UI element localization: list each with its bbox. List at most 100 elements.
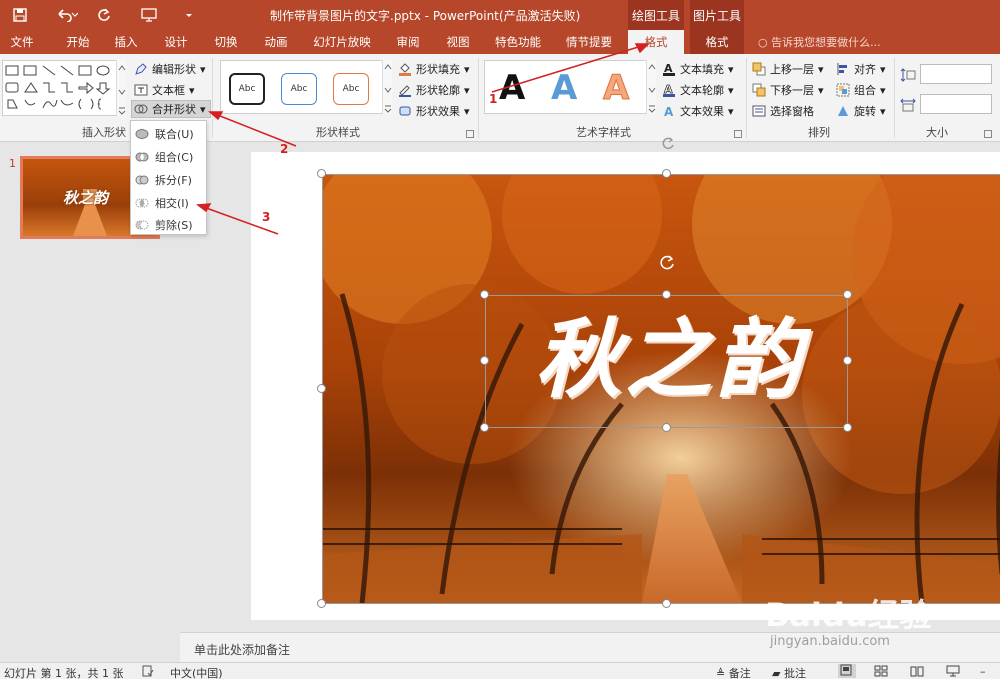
tab-slideshow[interactable]: 幻灯片放映	[306, 30, 378, 54]
save-icon[interactable]	[8, 0, 32, 30]
baidu-watermark-logo: Baidu经验	[765, 596, 932, 634]
group-label-insert-shapes: 插入形状	[82, 126, 126, 139]
ribbon-separator	[478, 58, 479, 138]
shape-style-scroll[interactable]	[382, 60, 392, 114]
language-status[interactable]: 中文(中国)	[170, 665, 223, 679]
presentation-start-icon[interactable]	[138, 0, 160, 30]
menu-item-intersect[interactable]: 相交(I)	[135, 193, 205, 213]
shape-style-dark[interactable]: Abc	[229, 73, 265, 105]
tab-features[interactable]: 特色功能	[488, 30, 548, 54]
combine-icon	[135, 150, 149, 164]
text-effects-button[interactable]: A 文本效果 ▾	[662, 102, 734, 120]
normal-view-icon[interactable]	[838, 664, 856, 678]
wordart-style-orange[interactable]: A	[602, 69, 629, 108]
reading-view-icon[interactable]	[910, 665, 924, 679]
align-button[interactable]: 对齐 ▾	[836, 60, 886, 78]
resize-handle[interactable]	[317, 169, 326, 178]
slideshow-view-icon[interactable]	[946, 665, 960, 679]
wordart-gallery[interactable]: A A A	[484, 60, 656, 114]
merge-shapes-button[interactable]: 合并形状 ▾	[131, 100, 211, 118]
menu-item-fragment[interactable]: 拆分(F)	[135, 170, 205, 190]
menu-item-combine[interactable]: 组合(C)	[135, 147, 205, 167]
shape-gallery-scroll[interactable]	[116, 60, 126, 116]
edit-shape-button[interactable]: 编辑形状 ▾	[134, 60, 206, 78]
size-launcher-icon[interactable]	[984, 130, 992, 138]
shape-height-input[interactable]	[920, 64, 992, 84]
shape-fill-button[interactable]: 形状填充 ▾	[398, 60, 470, 78]
tab-file[interactable]: 文件	[0, 30, 44, 54]
menu-item-subtract[interactable]: 剪除(S)	[135, 215, 205, 235]
notes-toggle-button[interactable]: ≜ 备注	[716, 665, 751, 679]
text-outline-button[interactable]: A 文本轮廓 ▾	[662, 81, 734, 99]
text-rotate-handle-icon[interactable]	[660, 255, 674, 270]
wordart-scroll[interactable]	[646, 60, 656, 114]
selection-pane-button[interactable]: 选择窗格	[752, 102, 814, 120]
comments-toggle-button[interactable]: ▰ 批注	[772, 665, 806, 679]
group-button[interactable]: 组合 ▾	[836, 81, 886, 99]
text-fill-button[interactable]: A 文本填充 ▾	[662, 60, 734, 78]
text-box-button[interactable]: 文本框 ▾	[134, 81, 195, 99]
text-resize-handle[interactable]	[843, 423, 852, 432]
merge-shapes-icon	[134, 102, 148, 116]
shape-width-input[interactable]	[920, 94, 992, 114]
resize-handle[interactable]	[317, 384, 326, 393]
notes-icon: ≜	[716, 667, 729, 679]
wordart-style-black[interactable]: A	[499, 69, 525, 107]
tab-insert[interactable]: 插入	[106, 30, 146, 54]
spelling-icon[interactable]	[142, 665, 154, 679]
slide-count-status: 幻灯片 第 1 张，共 1 张	[4, 667, 124, 679]
tell-me-search[interactable]: ○ 告诉我您想要做什么...	[758, 34, 881, 50]
wordart-style-blue[interactable]: A	[551, 69, 577, 107]
tab-review[interactable]: 审阅	[388, 30, 428, 54]
shape-effects-button[interactable]: 形状效果 ▾	[398, 102, 470, 120]
annotation-label: 3	[262, 210, 271, 224]
slide-sorter-icon[interactable]	[874, 665, 888, 679]
shape-style-gallery[interactable]: Abc Abc Abc	[220, 60, 392, 114]
tab-transitions[interactable]: 切换	[206, 30, 246, 54]
status-bar: 幻灯片 第 1 张，共 1 张 中文(中国) ≜ 备注 ▰ 批注 –	[0, 662, 1000, 679]
paint-bucket-icon	[398, 62, 412, 76]
zoom-out-icon[interactable]: –	[980, 665, 986, 678]
tab-animations[interactable]: 动画	[256, 30, 296, 54]
group-label-arrange: 排列	[808, 126, 830, 139]
undo-icon[interactable]	[50, 0, 84, 30]
shape-effects-icon	[398, 104, 412, 118]
customize-qat-icon[interactable]	[182, 0, 196, 30]
ribbon-separator	[746, 58, 747, 138]
tab-drawing-format[interactable]: 格式	[628, 30, 684, 54]
text-resize-handle[interactable]	[480, 423, 489, 432]
shape-gallery[interactable]	[2, 60, 126, 116]
text-resize-handle[interactable]	[662, 423, 671, 432]
tab-home[interactable]: 开始	[56, 30, 100, 54]
slide-title-text[interactable]: 秋之韵	[495, 300, 845, 420]
resize-handle[interactable]	[317, 599, 326, 608]
text-resize-handle[interactable]	[480, 290, 489, 299]
redo-icon[interactable]	[94, 0, 114, 30]
text-resize-handle[interactable]	[662, 290, 671, 299]
bring-forward-button[interactable]: 上移一层 ▾	[752, 60, 824, 78]
menu-item-union[interactable]: 联合(U)	[135, 124, 205, 144]
tab-view[interactable]: 视图	[438, 30, 478, 54]
text-resize-handle[interactable]	[480, 356, 489, 365]
tab-design[interactable]: 设计	[156, 30, 196, 54]
shape-styles-launcher-icon[interactable]	[466, 130, 474, 138]
document-title: 制作带背景图片的文字.pptx - PowerPoint(产品激活失败)	[270, 9, 581, 23]
tab-storyboard[interactable]: 情节提要	[558, 30, 620, 54]
rotate-handle-icon[interactable]	[662, 137, 674, 150]
resize-handle[interactable]	[662, 599, 671, 608]
tab-picture-format[interactable]: 格式	[690, 30, 744, 54]
baidu-watermark-url: jingyan.baidu.com	[770, 634, 890, 649]
width-icon	[900, 96, 916, 114]
rotate-button[interactable]: 旋转 ▾	[836, 102, 886, 120]
shape-outline-button[interactable]: 形状轮廓 ▾	[398, 81, 470, 99]
wordart-launcher-icon[interactable]	[734, 130, 742, 138]
text-resize-handle[interactable]	[843, 356, 852, 365]
ribbon-separator	[894, 58, 895, 138]
svg-text:A: A	[664, 105, 674, 118]
shape-style-blue[interactable]: Abc	[281, 73, 317, 105]
resize-handle[interactable]	[662, 169, 671, 178]
send-backward-button[interactable]: 下移一层 ▾	[752, 81, 824, 99]
text-resize-handle[interactable]	[843, 290, 852, 299]
fragment-icon	[135, 173, 149, 187]
shape-style-orange[interactable]: Abc	[333, 73, 369, 105]
